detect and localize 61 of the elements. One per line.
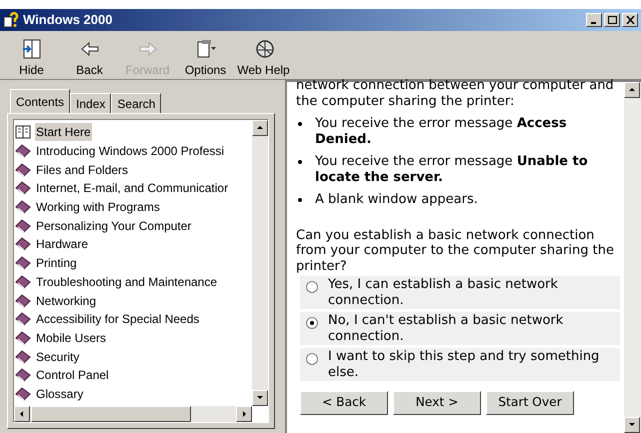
close-icon [626, 16, 634, 24]
document-options-icon [194, 38, 216, 60]
wizard-button[interactable]: < Back [300, 391, 388, 415]
scrollbar[interactable] [252, 120, 268, 406]
wizard-button[interactable]: Start Over [486, 391, 574, 415]
toolbar-button[interactable]: Hide [4, 38, 59, 77]
help-icon [3, 12, 19, 28]
maximize-button[interactable] [604, 13, 620, 27]
bullet-icon [298, 160, 302, 164]
radio-button[interactable] [306, 281, 318, 293]
tree-item[interactable]: Printing [35, 254, 78, 272]
tree-item[interactable]: Glossary [35, 384, 84, 403]
bullet-text: You receive the error message Access Denied. [315, 116, 568, 147]
radio-option[interactable]: Yes, I can establish a basic network connection. [300, 276, 620, 309]
scroll-up-button[interactable] [252, 120, 268, 136]
tree-item[interactable]: Hardware [35, 235, 90, 254]
radio-button[interactable] [306, 353, 318, 365]
toolbar-button[interactable]: Web Help [236, 38, 291, 77]
tab[interactable]: Search [111, 93, 162, 113]
window-title: Windows 2000 [23, 11, 114, 30]
tree-item[interactable]: Accessibility for Special Needs [35, 310, 200, 328]
tree-item[interactable]: Personalizing Your Computer [35, 216, 192, 235]
radio-label: Yes, I can establish a basic network connection. [328, 277, 559, 308]
bullet-icon [298, 198, 302, 202]
tab[interactable]: Index [70, 93, 112, 113]
minimize-button[interactable] [586, 13, 602, 27]
horizontal-scrollbar[interactable] [14, 406, 252, 422]
tree-item[interactable]: Internet, E-mail, and Communicatior [35, 179, 230, 198]
question-text: Can you establish a basic network connection from your computer to the computer sharing the printer? [296, 228, 615, 274]
tree-item[interactable]: Security [35, 348, 80, 366]
radio-option[interactable]: No, I can't establish a basic network connection. [300, 312, 620, 345]
toolbar-button[interactable]: Options [178, 38, 233, 77]
tree-item[interactable]: Introducing Windows 2000 Professi [35, 142, 226, 160]
tree-item[interactable]: Files and Folders [35, 160, 130, 179]
toolbar-button[interactable]: Back [62, 38, 117, 77]
scroll-down-button[interactable] [252, 390, 268, 406]
intro-text: network connection between your computer and the computer sharing the printer: [296, 78, 615, 109]
bullet-text: A blank window appears. [315, 192, 478, 208]
hide-pane-icon [20, 38, 42, 60]
close-button[interactable] [622, 13, 638, 27]
radio-option[interactable]: I want to skip this step and try something else. [300, 348, 620, 381]
wizard-button[interactable]: Next > [393, 391, 481, 415]
scroll-up-button[interactable] [624, 82, 640, 98]
scroll-thumb[interactable] [31, 406, 191, 422]
tree-item[interactable]: Working with Programs [35, 198, 161, 216]
radio-button[interactable] [306, 317, 318, 329]
bullet-icon [298, 122, 302, 126]
tree-item[interactable]: Mobile Users [35, 328, 108, 347]
radio-label: I want to skip this step and try something else. [328, 349, 600, 380]
tree-item[interactable]: Networking [35, 292, 98, 310]
radio-label: No, I can't establish a basic network connection. [328, 313, 564, 344]
bullet-text: You receive the error message Unable to locate the server. [315, 154, 589, 185]
tree-item[interactable]: Start Here [35, 123, 92, 142]
scroll-left-button[interactable] [14, 406, 30, 422]
tree-item[interactable]: Control Panel [35, 366, 110, 384]
tab[interactable]: Contents [10, 89, 70, 113]
scrollbar[interactable] [624, 82, 641, 433]
maximize-icon [608, 16, 616, 24]
tree-item[interactable]: Troubleshooting and Maintenance [35, 272, 218, 291]
scroll-right-button[interactable] [236, 406, 252, 422]
scroll-down-button[interactable] [624, 417, 640, 433]
